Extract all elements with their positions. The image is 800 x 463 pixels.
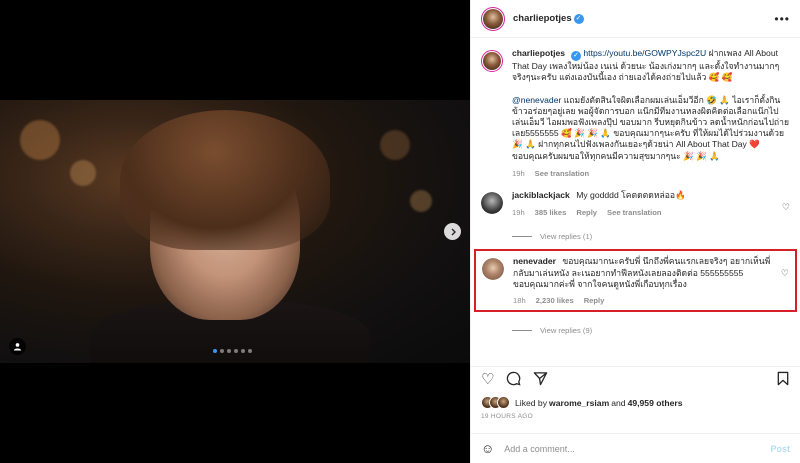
caption-translate[interactable]: See translation	[535, 168, 589, 179]
user-tag-icon	[13, 343, 22, 351]
likes-count[interactable]: 49,959 others	[628, 398, 683, 408]
next-slide-button[interactable]	[444, 223, 461, 240]
comment-translate[interactable]: See translation	[607, 207, 661, 218]
liked-by-middle: and	[611, 397, 626, 408]
heart-icon[interactable]: ♡	[782, 202, 790, 218]
caption: charliepotjes ✓ https://youtu.be/GOWPYJsp…	[471, 48, 800, 179]
comment-username[interactable]: nenevader	[513, 256, 556, 266]
likes-summary: Liked by warome_rsiam and 49,959 others	[481, 396, 683, 409]
comment-reply[interactable]: Reply	[576, 207, 597, 218]
media-pane	[0, 0, 470, 463]
caption-username[interactable]: charliepotjes	[512, 48, 565, 58]
tagged-users-button[interactable]	[9, 338, 26, 355]
heart-icon[interactable]: ♡	[781, 268, 789, 306]
comment-item: jackiblackjack My godddd โคตดตดหล่ออ🔥 19…	[471, 190, 800, 218]
caption-time: 19h	[512, 168, 525, 178]
post-button[interactable]: Post	[770, 444, 790, 454]
view-replies[interactable]: View replies (9)	[512, 326, 800, 335]
comment-likes[interactable]: 385 likes	[535, 207, 567, 218]
comment-avatar[interactable]	[481, 192, 503, 215]
comment-likes[interactable]: 2,230 likes	[536, 295, 574, 306]
highlighted-comment: nenevader ขอบคุณมากนะครับพี่ นึกถึงพี่คน…	[474, 249, 797, 313]
liked-by-prefix: Liked by	[515, 397, 548, 408]
comment-reply[interactable]: Reply	[584, 295, 605, 306]
liker-avatar	[497, 396, 510, 409]
bookmark-icon[interactable]	[776, 371, 790, 386]
caption-avatar[interactable]	[481, 50, 503, 72]
more-options-icon[interactable]: •••	[774, 12, 790, 26]
add-comment-bar: ☺ Add a comment... Post	[471, 433, 800, 463]
comment-text: My godddd โคตดตดหล่ออ🔥	[576, 190, 686, 201]
caption-link[interactable]: https://youtu.be/GOWPYJspc2U	[583, 48, 706, 58]
comments-list: charliepotjes ✓ https://youtu.be/GOWPYJsp…	[471, 39, 800, 364]
view-replies[interactable]: View replies (1)	[512, 232, 800, 241]
post-panel: charliepotjes ✓ ••• charliepotjes ✓ https…	[470, 0, 800, 463]
post-timestamp: 19 HOURS AGO	[481, 413, 534, 420]
liked-by-user[interactable]: warome_rsiam	[549, 398, 609, 408]
author-avatar[interactable]	[481, 6, 505, 31]
comment-icon[interactable]	[506, 371, 522, 386]
author-username[interactable]: charliepotjes	[513, 13, 572, 24]
emoji-icon[interactable]: ☺	[481, 441, 494, 456]
carousel-dots	[213, 349, 252, 353]
comment-item: nenevader ขอบคุณมากนะครับพี่ นึกถึงพี่คน…	[476, 256, 795, 306]
action-bar: ♡	[471, 366, 800, 390]
like-icon[interactable]: ♡	[481, 370, 494, 388]
verified-icon: ✓	[573, 13, 584, 24]
comment-input[interactable]: Add a comment...	[504, 444, 575, 454]
comment-username[interactable]: jackiblackjack	[512, 190, 570, 200]
caption-mention[interactable]: @nenevader	[512, 95, 561, 105]
chevron-right-icon	[451, 228, 456, 235]
post-photo	[0, 100, 470, 363]
comment-time: 18h	[513, 296, 526, 306]
comment-avatar[interactable]	[482, 258, 504, 281]
verified-icon: ✓	[571, 51, 582, 61]
share-icon[interactable]	[533, 371, 548, 386]
comment-time: 19h	[512, 208, 525, 218]
post-header: charliepotjes ✓ •••	[471, 0, 800, 38]
